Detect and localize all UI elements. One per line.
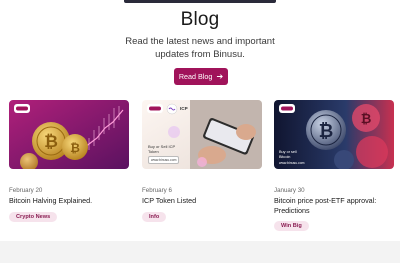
footer-section-background <box>0 241 400 263</box>
post-date: February 6 <box>142 187 172 194</box>
svg-text:₿: ₿ <box>361 112 372 127</box>
post-tag[interactable]: Info <box>142 212 167 222</box>
binusu-logo <box>14 104 30 113</box>
blog-card-3[interactable]: ₿ ₿ Buy or sell Bitcoin www.binusu.com J… <box>274 100 394 231</box>
partner-logo-text: ICP <box>180 106 188 111</box>
binusu-logo <box>147 104 163 113</box>
post-tag[interactable]: Crypto News <box>9 212 58 222</box>
thumbnail-url-chip: www.binusu.com <box>148 156 180 164</box>
blog-thumbnail-icp-token[interactable]: ICP Buy or Sell ICP Token www.binusu.com <box>142 100 262 169</box>
post-headline[interactable]: Bitcoin Halving Explained. <box>9 196 139 206</box>
post-tag[interactable]: Win Big <box>274 221 309 231</box>
page-subtitle: Read the latest news and important updat… <box>125 36 275 60</box>
blog-card-1[interactable]: ₿ ₿ February 20 Bitcoin Halving Explaine… <box>9 100 129 222</box>
post-date: January 30 <box>274 187 305 194</box>
post-date: February 20 <box>9 187 43 194</box>
thumbnail-url-text: www.binusu.com <box>279 161 305 165</box>
thumbnail-promo-text: Buy or Sell ICP Token <box>148 144 176 154</box>
top-nav-edge <box>124 0 276 3</box>
read-blog-button[interactable]: Read Blog ➔ <box>174 68 228 85</box>
post-headline[interactable]: Bitcoin price post-ETF approval: Predict… <box>274 196 398 215</box>
svg-text:₿: ₿ <box>319 121 334 142</box>
arrow-right-icon: ➔ <box>216 72 224 81</box>
page-title: Blog <box>180 9 220 30</box>
blog-card-2[interactable]: ICP Buy or Sell ICP Token www.binusu.com… <box>142 100 262 222</box>
thumbnail-promo-text: Buy or sell Bitcoin <box>279 150 297 159</box>
blog-thumbnail-bitcoin-etf[interactable]: ₿ ₿ Buy or sell Bitcoin www.binusu.com <box>274 100 394 169</box>
binusu-logo <box>279 104 295 113</box>
svg-text:₿: ₿ <box>44 132 58 152</box>
post-headline[interactable]: ICP Token Listed <box>142 196 272 206</box>
blog-thumbnail-bitcoin-halving[interactable]: ₿ ₿ <box>9 100 129 169</box>
read-blog-label: Read Blog <box>178 72 213 81</box>
svg-text:₿: ₿ <box>70 141 80 155</box>
